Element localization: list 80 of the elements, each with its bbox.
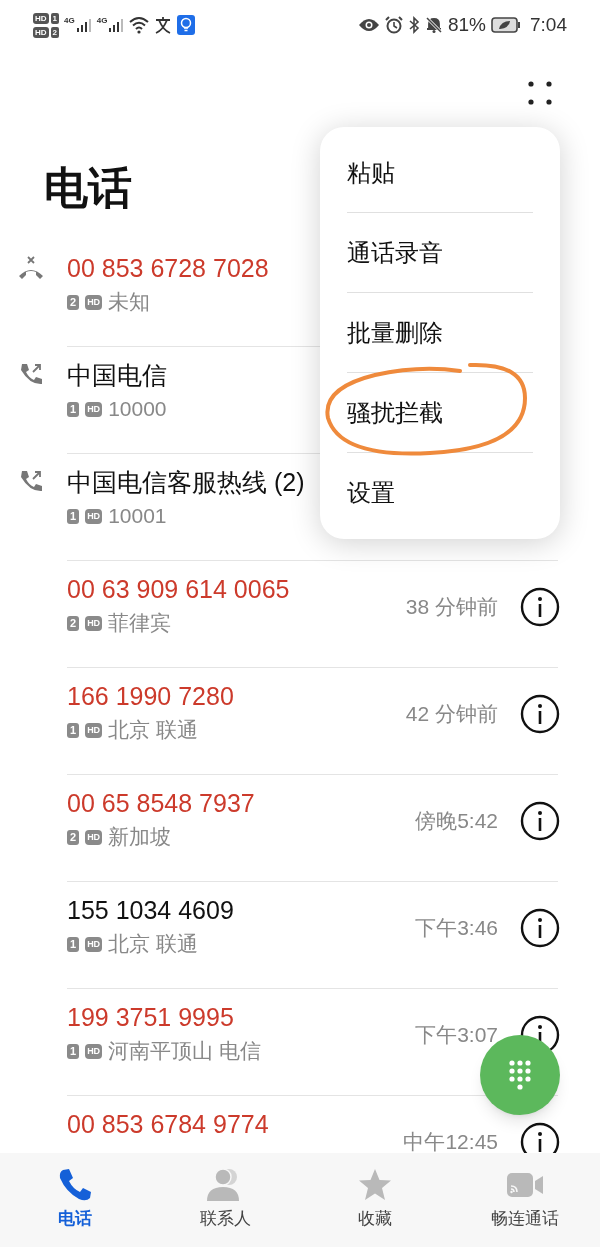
hd-badge: HD [33, 12, 49, 24]
call-detail: 河南平顶山 电信 [108, 1038, 261, 1064]
star-icon [357, 1167, 393, 1203]
dialpad-icon [508, 1059, 532, 1091]
caller-name: 199 3751 9995 [67, 1002, 234, 1033]
sim-badge: 2 [67, 615, 80, 631]
call-log-row[interactable]: 155 1034 4609 1 HD 北京 联通 下午3:46 [0, 882, 600, 989]
sim-badge: 2 [67, 294, 80, 310]
nav-tab[interactable]: 畅连通话 [450, 1153, 600, 1247]
eye-icon [358, 17, 380, 33]
battery-icon [491, 16, 521, 34]
hd-badge: HD [85, 1043, 103, 1059]
call-time: 下午3:07 [415, 1022, 498, 1048]
call-log-row[interactable]: 00 65 8548 7937 2 HD 新加坡 傍晚5:42 [0, 775, 600, 882]
call-detail: 10001 [108, 503, 167, 529]
call-detail: 10000 [108, 396, 167, 422]
caller-name: 00 63 909 614 0065 [67, 574, 290, 605]
more-icon[interactable] [526, 79, 554, 107]
hd-badge: HD [85, 294, 103, 310]
info-icon[interactable] [520, 1122, 560, 1153]
hd-badge: HD [85, 936, 103, 952]
info-icon[interactable] [520, 587, 560, 627]
call-time: 中午12:45 [403, 1129, 498, 1153]
caller-name: 166 1990 7280 [67, 681, 234, 712]
call-time: 38 分钟前 [405, 594, 498, 620]
sim-badge: 1 [67, 936, 80, 952]
info-icon[interactable] [520, 694, 560, 734]
call-detail: 北京 联通 [108, 931, 198, 957]
call-detail: 新加坡 [108, 824, 172, 850]
menu-item[interactable]: 骚扰拦截 [347, 394, 443, 431]
call-time: 42 分钟前 [405, 701, 498, 727]
sim-badge: 1 [67, 1043, 80, 1059]
caller-name: 155 1034 4609 [67, 895, 234, 926]
nav-tab[interactable]: 联系人 [150, 1153, 300, 1247]
battery-percent: 81% [448, 12, 486, 37]
caller-name: 中国电信客服热线 (2) [67, 467, 305, 498]
sim-badge: 1 [67, 722, 80, 738]
call-log-row[interactable]: 166 1990 7280 1 HD 北京 联通 42 分钟前 [0, 668, 600, 775]
wifi-icon [129, 16, 150, 34]
call-detail: 菲律宾 [108, 610, 172, 636]
clock: 7:04 [530, 12, 567, 37]
caller-name: 00 65 8548 7937 [67, 788, 255, 819]
bluetooth-icon [408, 16, 420, 34]
lightbulb-icon [177, 15, 196, 35]
network-label: 4G [64, 17, 75, 25]
alarm-icon [385, 16, 403, 34]
nav-tab[interactable]: 电话 [0, 1153, 150, 1247]
sim-badge: 1 [67, 508, 80, 524]
caller-name: 00 853 6784 9774 [67, 1109, 269, 1140]
hd-badge: HD [33, 26, 49, 38]
hd-badge: HD [85, 722, 103, 738]
info-icon[interactable] [520, 908, 560, 948]
signal-icon [75, 17, 92, 33]
nav-tab[interactable]: 收藏 [300, 1153, 450, 1247]
info-icon[interactable] [520, 801, 560, 841]
hd-badge: HD [85, 615, 103, 631]
call-detail: 未知 [108, 289, 151, 315]
menu-item[interactable]: 通话录音 [347, 234, 443, 271]
call-time: 下午3:46 [415, 915, 498, 941]
call-log-row[interactable]: 00 63 909 614 0065 2 HD 菲律宾 38 分钟前 [0, 561, 600, 668]
call-time: 傍晚5:42 [415, 808, 498, 834]
signal-icon [108, 17, 125, 33]
sim-badge: 2 [50, 26, 59, 38]
sim-badge: 1 [67, 401, 80, 417]
menu-item[interactable]: 粘贴 [347, 154, 395, 191]
phone-icon [57, 1167, 93, 1203]
caller-name: 00 853 6728 7028 [67, 253, 269, 284]
menu-item[interactable]: 批量删除 [347, 314, 443, 351]
bell-off-icon [425, 16, 443, 34]
hd-badge: HD [85, 829, 103, 845]
call-detail: 北京 联通 [108, 717, 198, 743]
sim-badge: 2 [67, 829, 80, 845]
page-title: 电话 [44, 162, 132, 214]
menu-item[interactable]: 设置 [347, 475, 395, 511]
network-label: 4G [96, 17, 108, 25]
caller-name: 中国电信 [67, 360, 167, 391]
hd-badge: HD [85, 401, 103, 417]
translate-icon [154, 16, 173, 34]
sim-badge: 1 [50, 12, 59, 24]
hd-badge: HD [85, 508, 103, 524]
